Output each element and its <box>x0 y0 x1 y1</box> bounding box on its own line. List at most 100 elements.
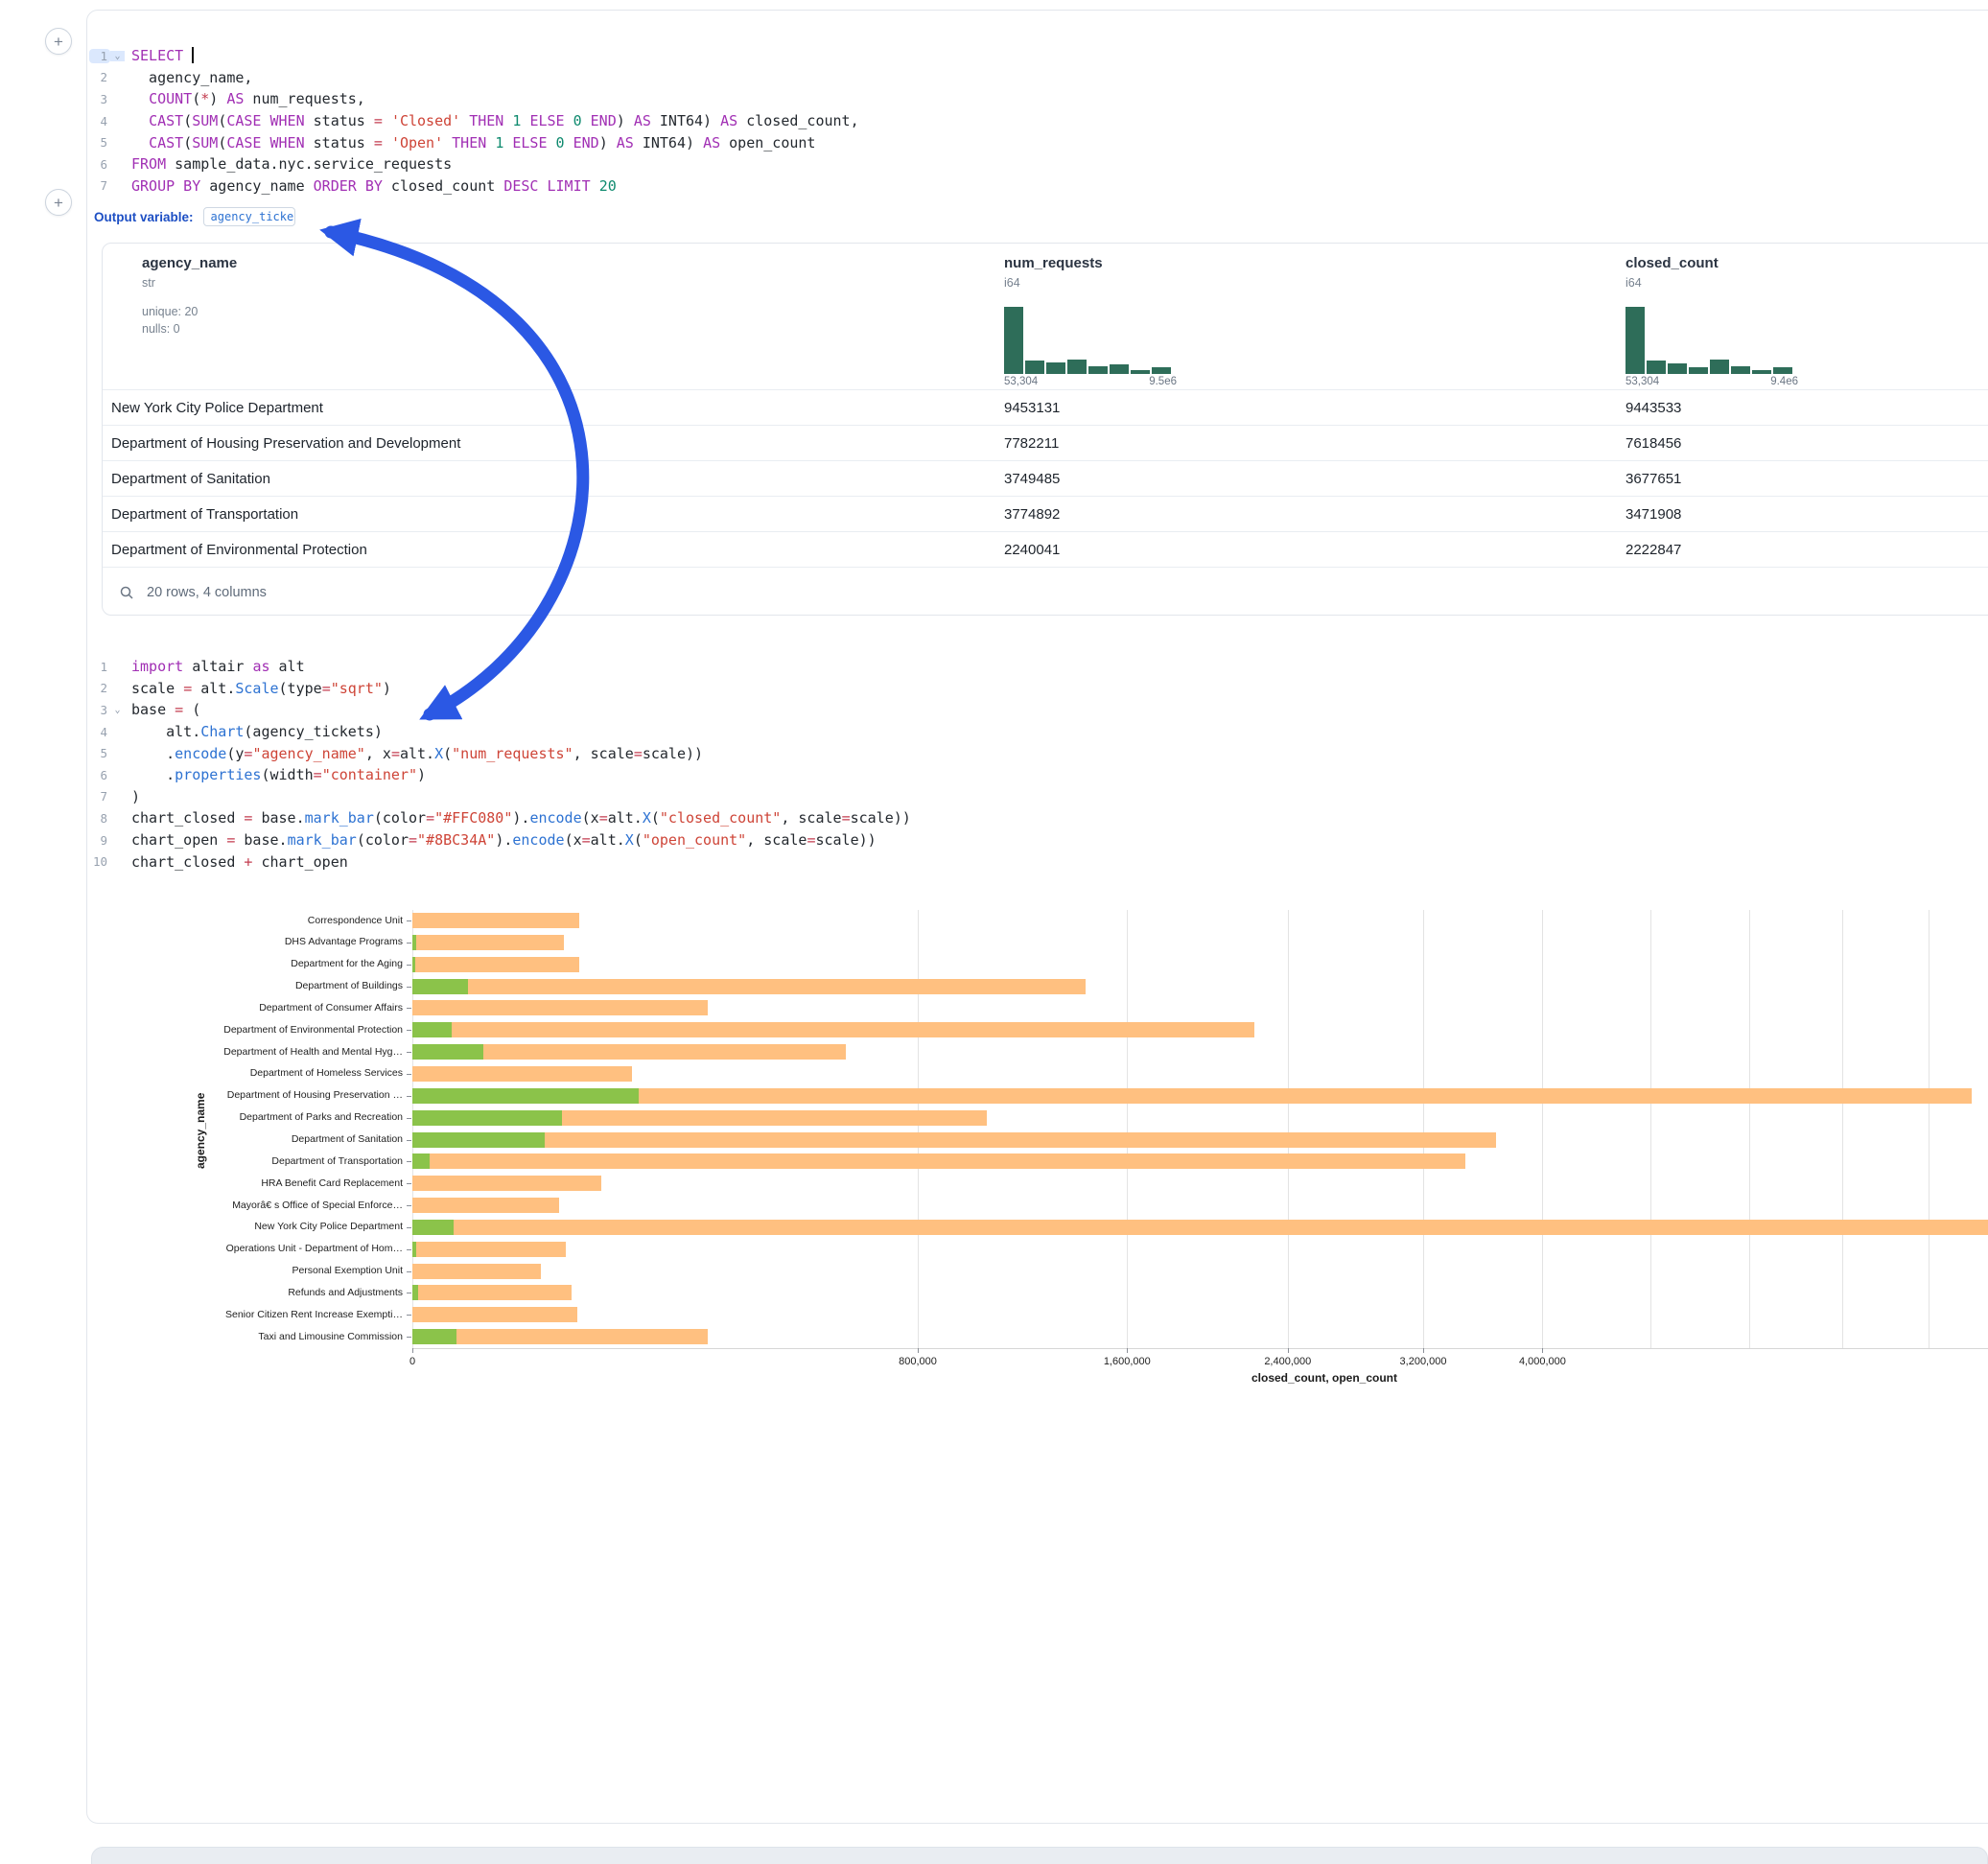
y-tick-mark <box>407 1271 411 1272</box>
code-line[interactable]: 3⌄base = ( <box>89 699 1988 721</box>
code-text: import altair as alt <box>131 658 305 675</box>
y-axis-label: Operations Unit - Department of Hom… <box>178 1243 403 1254</box>
add-cell-button-middle[interactable]: + <box>45 189 72 216</box>
next-cell-collapsed[interactable] <box>91 1847 1988 1864</box>
table-cell: Department of Housing Preservation and D… <box>111 426 460 461</box>
line-number: 5 <box>89 746 110 760</box>
code-line[interactable]: 7 GROUP BY agency_name ORDER BY closed_c… <box>89 175 1988 198</box>
column-type: str <box>142 276 155 290</box>
table-row[interactable]: Department of Transportation377489234719… <box>103 496 1988 531</box>
x-tick-mark <box>412 1348 413 1353</box>
y-axis-label: Refunds and Adjustments <box>178 1287 403 1298</box>
table-row[interactable]: Department of Sanitation37494853677651 <box>103 460 1988 496</box>
data-table: agency_namestrunique: 20nulls: 0num_requ… <box>102 243 1988 616</box>
histogram-bar <box>1004 307 1023 374</box>
y-tick-mark <box>407 1205 411 1206</box>
histogram-bar <box>1625 307 1645 374</box>
y-axis-label: Department of Sanitation <box>178 1133 403 1145</box>
x-axis-line <box>412 1348 1988 1349</box>
x-axis-label: 2,400,000 <box>1264 1356 1311 1367</box>
sql-editor[interactable]: 1⌄SELECT 2 agency_name,3 COUNT(*) AS num… <box>89 45 1988 197</box>
gridline <box>1749 910 1750 1348</box>
code-line[interactable]: 3 COUNT(*) AS num_requests, <box>89 88 1988 110</box>
code-text: .encode(y="agency_name", x=alt.X("num_re… <box>131 745 703 762</box>
code-line[interactable]: 8 chart_closed = base.mark_bar(color="#F… <box>89 807 1988 829</box>
table-cell: Department of Environmental Protection <box>111 532 367 568</box>
table-cell: 3677651 <box>1625 461 1681 497</box>
column-histogram[interactable] <box>1625 304 1798 374</box>
y-axis-label: DHS Advantage Programs <box>178 936 403 947</box>
bar-open <box>412 1088 639 1104</box>
bar-closed <box>412 1088 1972 1104</box>
histogram-bar <box>1689 367 1708 374</box>
output-variable-value: agency_tickets <box>211 210 295 223</box>
bar-closed <box>412 1264 541 1279</box>
histogram-bar <box>1152 367 1171 374</box>
code-text: ) <box>131 788 140 805</box>
collapse-toggle-icon[interactable]: ⌄ <box>110 705 125 715</box>
line-number: 2 <box>89 70 110 84</box>
bar-closed <box>412 1307 577 1322</box>
code-line[interactable]: 4 alt.Chart(agency_tickets) <box>89 721 1988 743</box>
histogram-bar <box>1710 360 1729 374</box>
code-line[interactable]: 4 CAST(SUM(CASE WHEN status = 'Closed' T… <box>89 110 1988 132</box>
code-line[interactable]: 10 chart_closed + chart_open <box>89 850 1988 873</box>
histogram-bar <box>1731 366 1750 374</box>
histogram-bar <box>1752 370 1771 374</box>
search-icon[interactable] <box>119 585 134 600</box>
bar-open <box>412 1044 483 1060</box>
column-histogram[interactable] <box>1004 304 1177 374</box>
table-row[interactable]: Department of Housing Preservation and D… <box>103 425 1988 460</box>
code-line[interactable]: 6 FROM sample_data.nyc.service_requests <box>89 153 1988 175</box>
code-line[interactable]: 2 agency_name, <box>89 67 1988 89</box>
line-number: 7 <box>89 178 110 193</box>
code-line[interactable]: 1⌄SELECT <box>89 45 1988 67</box>
y-axis-label: HRA Benefit Card Replacement <box>178 1177 403 1189</box>
line-number: 8 <box>89 811 110 826</box>
output-variable-chip[interactable]: agency_tickets <box>203 207 295 226</box>
bar-closed <box>412 1285 572 1300</box>
column-type: i64 <box>1004 276 1020 290</box>
histogram-bar <box>1110 364 1129 374</box>
line-number: 1 <box>89 660 110 674</box>
y-tick-mark <box>407 1030 411 1031</box>
code-line[interactable]: 9 chart_open = base.mark_bar(color="#8BC… <box>89 829 1988 851</box>
line-number: 10 <box>89 854 110 869</box>
notebook-cell: 1⌄SELECT 2 agency_name,3 COUNT(*) AS num… <box>86 10 1988 1824</box>
code-text: base = ( <box>131 701 200 718</box>
code-line[interactable]: 7 ) <box>89 786 1988 808</box>
table-row[interactable]: Department of Environmental Protection 22… <box>103 531 1988 567</box>
x-tick-mark <box>1127 1348 1128 1353</box>
code-text: SELECT <box>131 47 194 64</box>
python-editor[interactable]: 1 import altair as alt2 scale = alt.Scal… <box>89 656 1988 873</box>
column-header[interactable]: num_requests <box>1004 255 1103 271</box>
code-line[interactable]: 6 .properties(width="container") <box>89 764 1988 786</box>
bar-open <box>412 1220 454 1235</box>
code-line[interactable]: 5 .encode(y="agency_name", x=alt.X("num_… <box>89 742 1988 764</box>
code-text: CAST(SUM(CASE WHEN status = 'Open' THEN … <box>131 134 815 151</box>
table-row[interactable]: New York City Police Department945313194… <box>103 389 1988 425</box>
gutter-spacer <box>110 72 125 82</box>
bar-open <box>412 1022 452 1037</box>
column-header[interactable]: closed_count <box>1625 255 1719 271</box>
bar-closed <box>412 1022 1254 1037</box>
y-axis-label: Department of Parks and Recreation <box>178 1111 403 1123</box>
gutter-spacer <box>110 662 125 672</box>
table-cell: 7618456 <box>1625 426 1681 461</box>
code-text: alt.Chart(agency_tickets) <box>131 723 383 740</box>
code-line[interactable]: 5 CAST(SUM(CASE WHEN status = 'Open' THE… <box>89 131 1988 153</box>
bar-open <box>412 1110 562 1126</box>
y-tick-mark <box>407 1008 411 1009</box>
code-line[interactable]: 2 scale = alt.Scale(type="sqrt") <box>89 678 1988 700</box>
code-text: agency_name, <box>131 69 252 86</box>
code-text: chart_open = base.mark_bar(color="#8BC34… <box>131 831 877 849</box>
y-axis-label: Senior Citizen Rent Increase Exempti… <box>178 1309 403 1320</box>
collapse-toggle-icon[interactable]: ⌄ <box>110 51 125 61</box>
table-cell: 2240041 <box>1004 532 1060 568</box>
code-text: FROM sample_data.nyc.service_requests <box>131 155 452 173</box>
add-cell-button-top[interactable]: + <box>45 28 72 55</box>
histogram-range: 53,3049.4e6 <box>1625 376 1798 387</box>
histogram-bar <box>1131 370 1150 374</box>
code-line[interactable]: 1 import altair as alt <box>89 656 1988 678</box>
column-header[interactable]: agency_name <box>142 255 237 271</box>
